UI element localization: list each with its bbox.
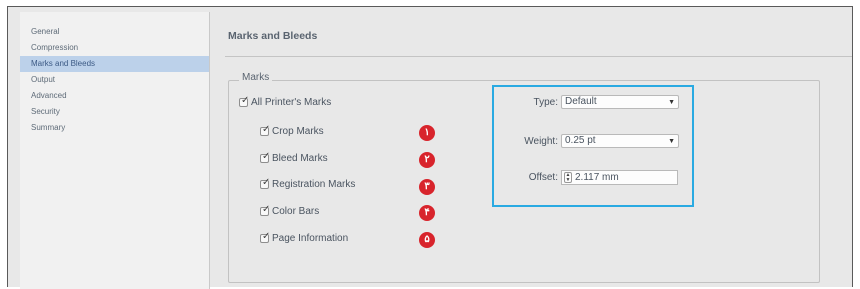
weight-label: Weight:	[524, 136, 558, 147]
title-divider	[225, 56, 852, 57]
type-select-value: Default	[565, 96, 597, 107]
all-printers-marks-checkbox[interactable]: ✓ All Printer's Marks	[239, 95, 332, 108]
annotation-badge-3: ۳	[419, 179, 435, 195]
bleed-marks-checkbox[interactable]: ✓ Bleed Marks	[260, 151, 328, 164]
weight-select-value: 0.25 pt	[565, 135, 596, 146]
type-label: Type:	[533, 97, 558, 108]
check-icon: ✓	[262, 151, 271, 162]
page-title: Marks and Bleeds	[228, 30, 318, 42]
sidebar: General Compression Marks and Bleeds Out…	[20, 12, 210, 289]
weight-select[interactable]: 0.25 pt ▼	[561, 134, 679, 148]
sidebar-item-summary[interactable]: Summary	[20, 120, 209, 136]
sidebar-item-marks-and-bleeds[interactable]: Marks and Bleeds	[20, 56, 209, 72]
sidebar-item-output[interactable]: Output	[20, 72, 209, 88]
checkbox-box[interactable]: ✓	[260, 231, 271, 243]
sidebar-item-advanced[interactable]: Advanced	[20, 88, 209, 104]
crop-marks-label: Crop Marks	[272, 126, 324, 137]
check-icon: ✓	[262, 231, 271, 242]
dropdown-arrow-icon: ▼	[668, 138, 675, 145]
page-information-checkbox[interactable]: ✓ Page Information	[260, 231, 349, 244]
page-information-label: Page Information	[272, 233, 349, 244]
bleed-marks-label: Bleed Marks	[272, 153, 328, 164]
stepper-arrows-icon[interactable]: ▲ ▼	[564, 172, 572, 183]
annotation-badge-1: ۱	[419, 125, 435, 141]
offset-label: Offset:	[528, 172, 558, 183]
checkbox-box[interactable]: ✓	[239, 95, 250, 107]
check-icon: ✓	[241, 95, 250, 106]
all-printers-marks-label: All Printer's Marks	[251, 97, 332, 108]
sidebar-item-compression[interactable]: Compression	[20, 40, 209, 56]
check-icon: ✓	[262, 124, 271, 135]
checkbox-box[interactable]: ✓	[260, 204, 271, 216]
type-select[interactable]: Default ▼	[561, 95, 679, 109]
offset-value: 2.117 mm	[575, 172, 619, 183]
sidebar-item-general[interactable]: General	[20, 24, 209, 40]
checkbox-box[interactable]: ✓	[260, 124, 271, 136]
color-bars-checkbox[interactable]: ✓ Color Bars	[260, 204, 320, 217]
dropdown-arrow-icon: ▼	[668, 99, 675, 106]
color-bars-label: Color Bars	[272, 206, 320, 217]
check-icon: ✓	[262, 204, 271, 215]
crop-marks-checkbox[interactable]: ✓ Crop Marks	[260, 124, 324, 137]
annotation-badge-2: ۲	[419, 152, 435, 168]
annotation-badge-4: ۴	[419, 205, 435, 221]
check-icon: ✓	[262, 177, 271, 188]
checkbox-box[interactable]: ✓	[260, 151, 271, 163]
marks-group-label: Marks	[239, 72, 273, 83]
registration-marks-checkbox[interactable]: ✓ Registration Marks	[260, 177, 356, 190]
registration-marks-label: Registration Marks	[272, 179, 356, 190]
offset-input[interactable]: ▲ ▼ 2.117 mm	[561, 170, 678, 185]
checkbox-box[interactable]: ✓	[260, 177, 271, 189]
sidebar-item-security[interactable]: Security	[20, 104, 209, 120]
annotation-badge-5: ۵	[419, 232, 435, 248]
